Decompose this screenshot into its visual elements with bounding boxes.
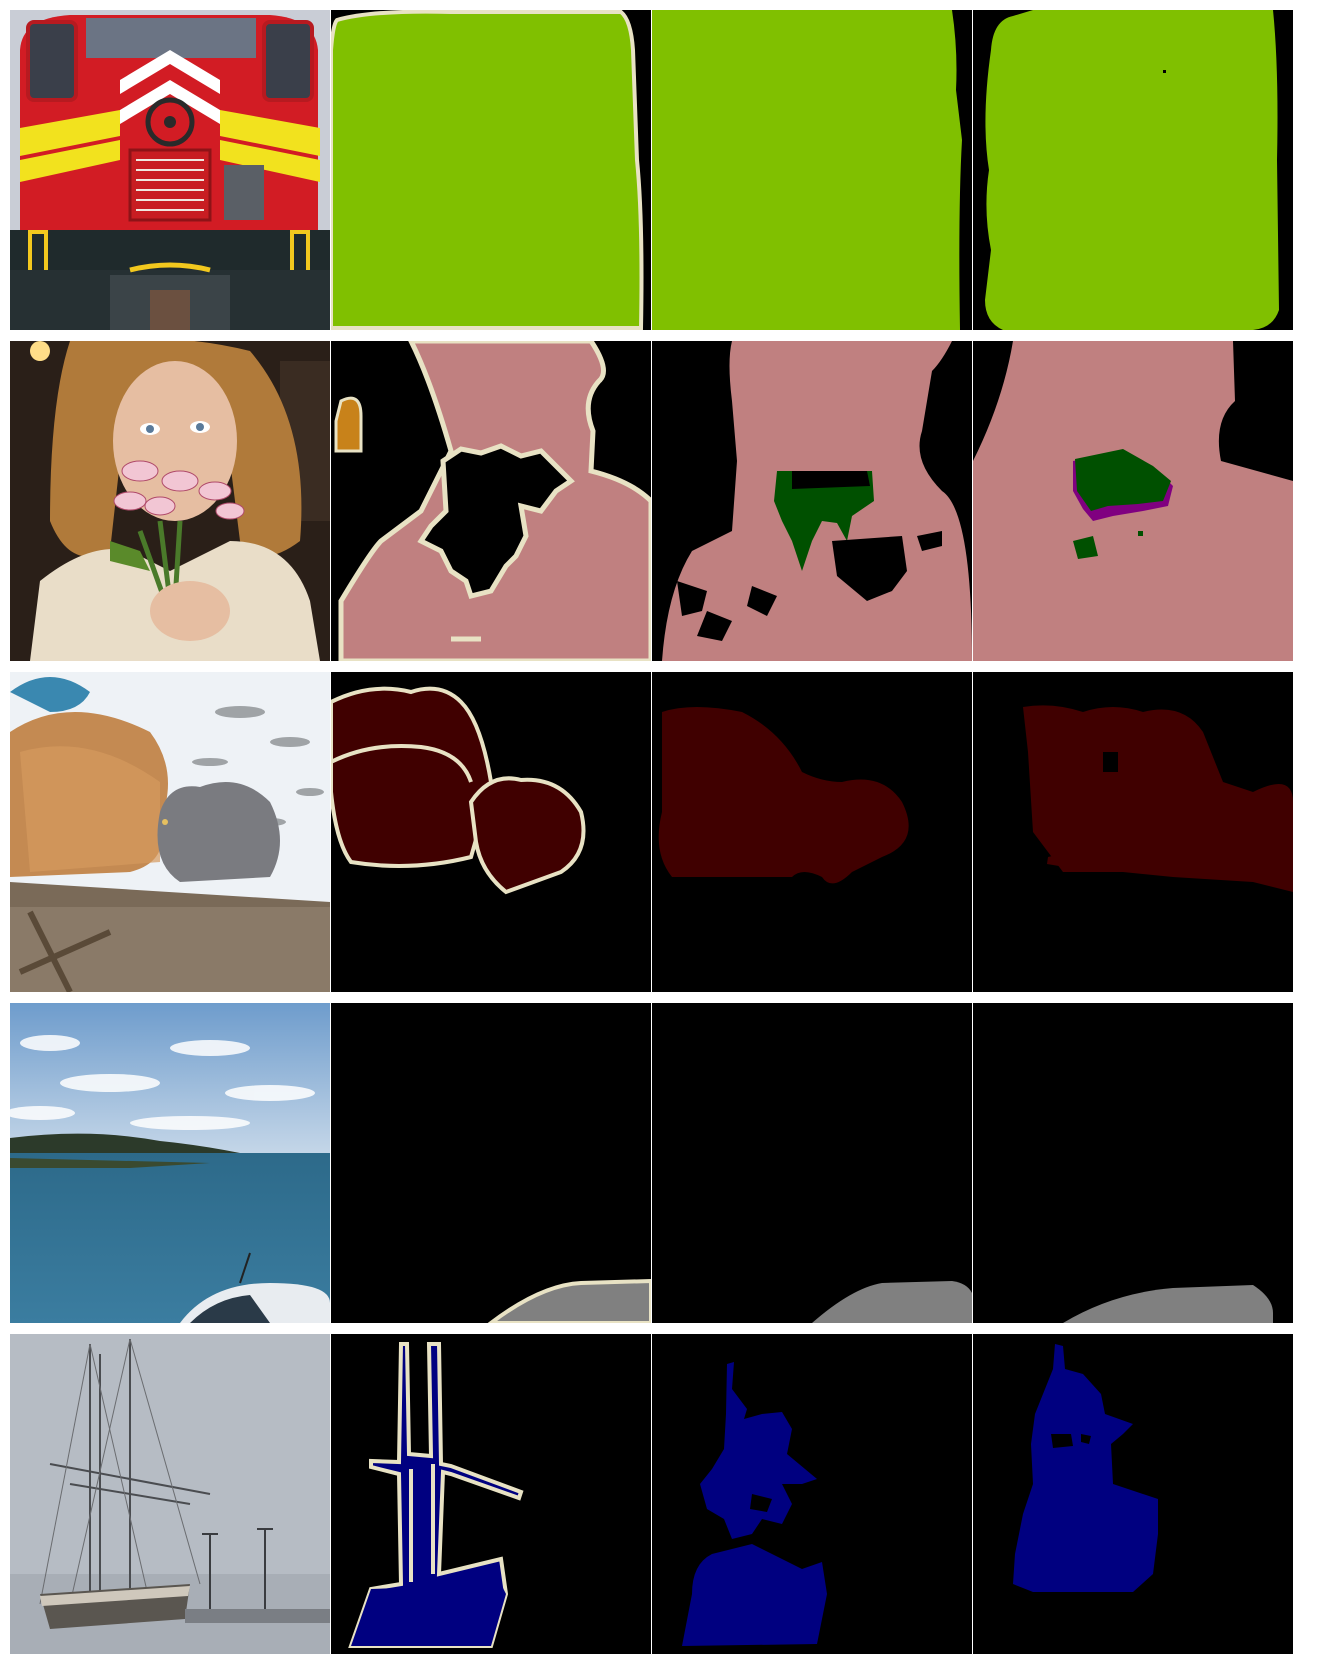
image-sailing-ship (10, 1334, 330, 1654)
gt-mask-seascape-with-car (331, 1003, 651, 1323)
pred-b-mask-sailing-ship (973, 1334, 1293, 1654)
image-locomotive (10, 10, 330, 330)
pred-a-mask-locomotive (652, 10, 972, 330)
pred-b-mask-locomotive (973, 10, 1293, 330)
pred-a-mask-person-with-flowers (652, 341, 972, 661)
pred-b-mask-seascape-with-car (973, 1003, 1293, 1323)
gt-mask-person-with-flowers (331, 341, 651, 661)
image-person-with-flowers (10, 341, 330, 661)
segmentation-figure-grid (0, 0, 1334, 1665)
pred-a-mask-cats-in-snow (652, 672, 972, 992)
gt-mask-cats-in-snow (331, 672, 651, 992)
gt-mask-locomotive (331, 10, 651, 330)
pred-b-mask-person-with-flowers (973, 341, 1293, 661)
gt-mask-sailing-ship (331, 1334, 651, 1654)
pred-a-mask-sailing-ship (652, 1334, 972, 1654)
pred-a-mask-seascape-with-car (652, 1003, 972, 1323)
image-seascape-with-car (10, 1003, 330, 1323)
pred-b-mask-cats-in-snow (973, 672, 1293, 992)
image-cats-in-snow (10, 672, 330, 992)
